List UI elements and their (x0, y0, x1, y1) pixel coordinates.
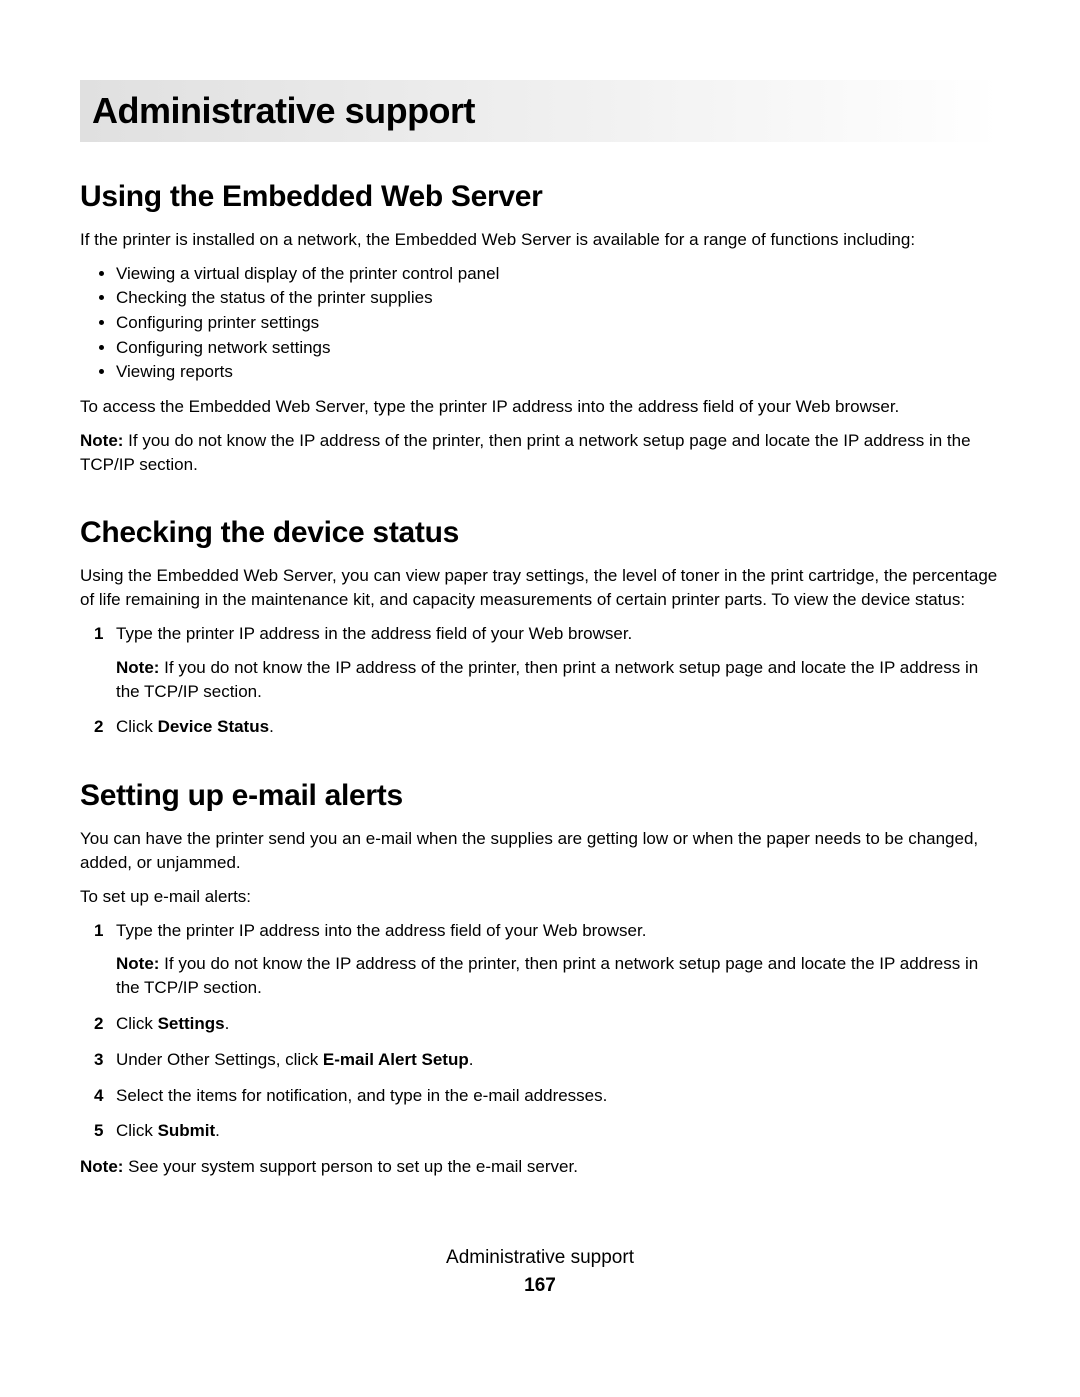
step-text: Type the printer IP address into the add… (116, 921, 646, 940)
step-text-suffix: . (215, 1121, 220, 1140)
note-label: Note: (80, 431, 123, 450)
step-text-bold: Device Status (158, 717, 270, 736)
list-item: Configuring printer settings (116, 311, 1000, 336)
step-text-suffix: . (469, 1050, 474, 1069)
list-item: Viewing a virtual display of the printer… (116, 262, 1000, 287)
step-text-prefix: Click (116, 1121, 158, 1140)
step-text-prefix: Click (116, 1014, 158, 1033)
step-text-suffix: . (269, 717, 274, 736)
section-heading-email: Setting up e-mail alerts (80, 779, 1000, 813)
section2-steps: 1 Type the printer IP address in the add… (94, 622, 1000, 739)
section2-intro: Using the Embedded Web Server, you can v… (80, 564, 1000, 612)
note-body: If you do not know the IP address of the… (116, 954, 978, 997)
chapter-title: Administrative support (80, 80, 1000, 142)
step-text: Type the printer IP address in the addre… (116, 624, 632, 643)
page-footer: Administrative support 167 (0, 1247, 1080, 1297)
step-number: 1 (94, 919, 103, 943)
note-body: See your system support person to set up… (123, 1157, 578, 1176)
page-number: 167 (0, 1275, 1080, 1297)
note-label: Note: (116, 658, 159, 677)
section3-note: Note: See your system support person to … (80, 1155, 1000, 1179)
step-text-prefix: Click (116, 717, 158, 736)
list-item: Viewing reports (116, 360, 1000, 385)
step-item: 4 Select the items for notification, and… (94, 1084, 1000, 1108)
section1-bullets: Viewing a virtual display of the printer… (116, 262, 1000, 385)
step-note: Note: If you do not know the IP address … (116, 656, 1000, 704)
step-number: 3 (94, 1048, 103, 1072)
step-item: 2 Click Device Status. (94, 715, 1000, 739)
section1-access: To access the Embedded Web Server, type … (80, 395, 1000, 419)
step-item: 5 Click Submit. (94, 1119, 1000, 1143)
list-item: Checking the status of the printer suppl… (116, 286, 1000, 311)
step-text-bold: Submit (158, 1121, 216, 1140)
section3-steps: 1 Type the printer IP address into the a… (94, 919, 1000, 1144)
section-heading-ews: Using the Embedded Web Server (80, 180, 1000, 214)
section3-intro: You can have the printer send you an e-m… (80, 827, 1000, 875)
step-number: 5 (94, 1119, 103, 1143)
step-item: 1 Type the printer IP address into the a… (94, 919, 1000, 1000)
section1-note: Note: If you do not know the IP address … (80, 429, 1000, 477)
step-text-suffix: . (225, 1014, 230, 1033)
note-body: If you do not know the IP address of the… (116, 658, 978, 701)
note-label: Note: (116, 954, 159, 973)
step-text: Select the items for notification, and t… (116, 1086, 607, 1105)
section1-intro: If the printer is installed on a network… (80, 228, 1000, 252)
step-item: 2 Click Settings. (94, 1012, 1000, 1036)
step-number: 4 (94, 1084, 103, 1108)
step-number: 2 (94, 1012, 103, 1036)
section3-lead: To set up e-mail alerts: (80, 885, 1000, 909)
step-text-bold: Settings (158, 1014, 225, 1033)
step-text-prefix: Under Other Settings, click (116, 1050, 323, 1069)
step-number: 1 (94, 622, 103, 646)
step-text-bold: E-mail Alert Setup (323, 1050, 469, 1069)
step-item: 3 Under Other Settings, click E-mail Ale… (94, 1048, 1000, 1072)
footer-title: Administrative support (0, 1247, 1080, 1269)
section-heading-status: Checking the device status (80, 516, 1000, 550)
step-number: 2 (94, 715, 103, 739)
note-body: If you do not know the IP address of the… (80, 431, 971, 474)
note-label: Note: (80, 1157, 123, 1176)
step-item: 1 Type the printer IP address in the add… (94, 622, 1000, 703)
list-item: Configuring network settings (116, 336, 1000, 361)
step-note: Note: If you do not know the IP address … (116, 952, 1000, 1000)
